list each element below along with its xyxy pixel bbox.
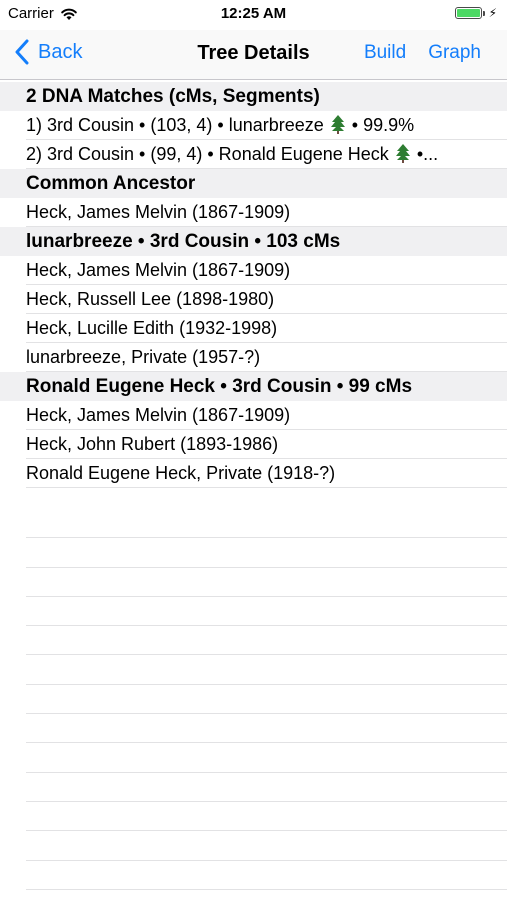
section-header-common-ancestor: Common Ancestor <box>0 169 507 198</box>
match-text: 1) 3rd Cousin • (103, 4) • lunarbreeze <box>26 115 324 135</box>
lineage-row[interactable]: lunarbreeze, Private (1957-?) <box>0 343 507 372</box>
section-header-dna-matches: 2 DNA Matches (cMs, Segments) <box>0 82 507 111</box>
lineage-row[interactable]: Heck, James Melvin (1867-1909) <box>0 401 507 430</box>
empty-row-separator <box>0 773 507 803</box>
empty-row-separator <box>0 597 507 627</box>
empty-table-area <box>0 509 507 891</box>
match-suffix: • 99.9% <box>351 115 415 135</box>
empty-row-separator <box>0 568 507 598</box>
empty-row-separator <box>0 714 507 744</box>
status-time: 12:25 AM <box>220 5 287 22</box>
empty-row-separator <box>0 509 507 539</box>
section-header-lunarbreeze: lunarbreeze • 3rd Cousin • 103 cMs <box>0 227 507 256</box>
navigation-bar: Back Tree Details Build Graph <box>0 30 507 80</box>
ancestor-row[interactable]: Heck, James Melvin (1867-1909) <box>0 198 507 227</box>
graph-button[interactable]: Graph <box>428 42 481 64</box>
tree-icon <box>330 115 345 134</box>
dna-match-row[interactable]: 2) 3rd Cousin • (99, 4) • Ronald Eugene … <box>0 140 507 169</box>
lineage-row[interactable]: Heck, James Melvin (1867-1909) <box>0 256 507 285</box>
empty-row-separator <box>0 655 507 686</box>
match-suffix: •... <box>416 144 439 164</box>
empty-row-separator <box>0 685 507 715</box>
build-button[interactable]: Build <box>364 42 406 64</box>
lineage-row[interactable]: Heck, John Rubert (1893-1986) <box>0 430 507 459</box>
empty-row-separator <box>0 831 507 861</box>
section-header-ronald-eugene-heck: Ronald Eugene Heck • 3rd Cousin • 99 cMs <box>0 372 507 401</box>
charging-bolt-icon: ⚡ <box>488 6 497 20</box>
empty-row-separator <box>0 626 507 656</box>
empty-row-separator <box>0 861 507 891</box>
lineage-row[interactable]: Ronald Eugene Heck, Private (1918-?) <box>0 459 507 488</box>
battery-icon <box>454 7 485 19</box>
status-bar: Carrier 12:25 AM ⚡ <box>0 0 507 30</box>
battery-level <box>456 9 480 17</box>
tree-details-list: 2 DNA Matches (cMs, Segments) 1) 3rd Cou… <box>0 82 507 488</box>
empty-row-separator <box>0 538 507 568</box>
battery-tip <box>482 11 485 16</box>
match-text: 2) 3rd Cousin • (99, 4) • Ronald Eugene … <box>26 144 389 164</box>
battery-indicator: ⚡ <box>454 6 497 20</box>
nav-actions: Build Graph <box>364 42 481 64</box>
empty-row-separator <box>0 743 507 773</box>
lineage-row[interactable]: Heck, Russell Lee (1898-1980) <box>0 285 507 314</box>
lineage-row[interactable]: Heck, Lucille Edith (1932-1998) <box>0 314 507 343</box>
tree-icon <box>395 144 410 163</box>
empty-row-separator <box>0 802 507 832</box>
dna-match-row[interactable]: 1) 3rd Cousin • (103, 4) • lunarbreeze •… <box>0 111 507 140</box>
